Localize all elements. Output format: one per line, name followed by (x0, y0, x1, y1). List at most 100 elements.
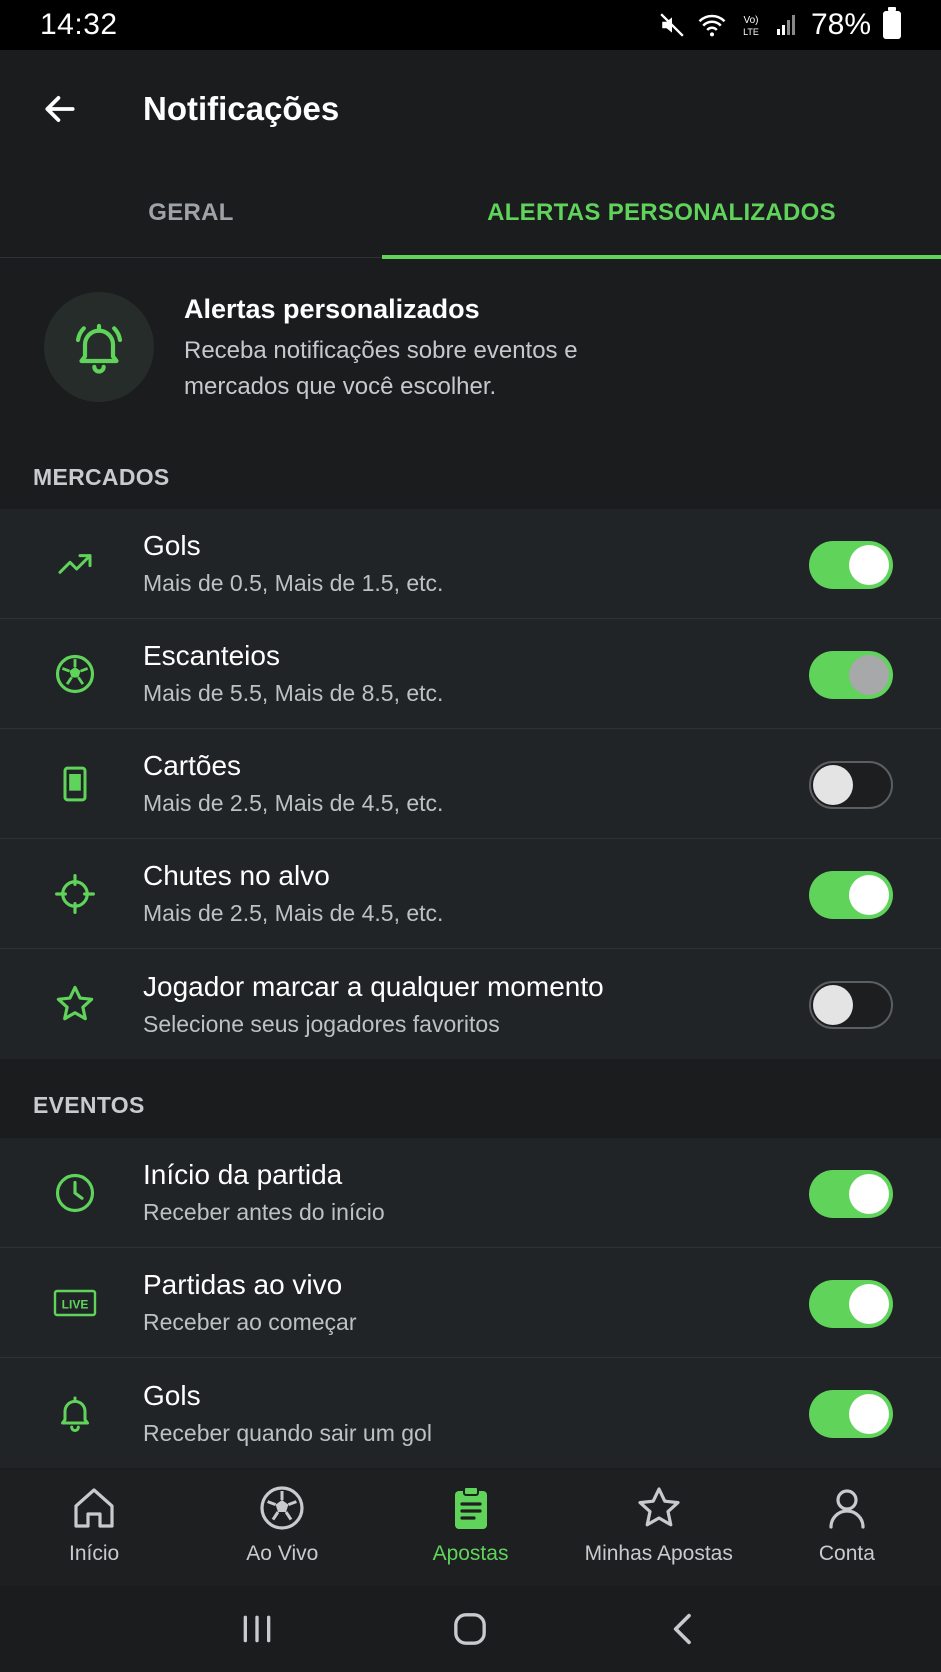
toggle-knob (849, 1174, 889, 1214)
intro-icon-circle (44, 292, 154, 402)
signal-icon (776, 15, 795, 35)
nav-item-minhas-apostas[interactable]: Minhas Apostas (565, 1470, 753, 1586)
mercados-list: Gols Mais de 0.5, Mais de 1.5, etc. Esca… (0, 509, 941, 1059)
toggle-knob (849, 545, 889, 585)
toggle-inicio-partida[interactable] (809, 1170, 893, 1218)
list-item-jogador-marcar[interactable]: Jogador marcar a qualquer momento Seleci… (0, 949, 941, 1059)
toggle-knob (849, 1284, 889, 1324)
nav-item-apostas[interactable]: Apostas (376, 1470, 564, 1586)
list-item-subtitle: Mais de 2.5, Mais de 4.5, etc. (143, 900, 444, 926)
nav-label: Apostas (432, 1542, 509, 1565)
tab-bar: GERAL ALERTAS PERSONALIZADOS (0, 168, 941, 259)
svg-text:LTE: LTE (743, 27, 759, 37)
svg-text:Vo): Vo) (743, 15, 758, 26)
list-item-escanteios[interactable]: Escanteios Mais de 5.5, Mais de 8.5, etc… (0, 619, 941, 729)
soccer-ball-icon (55, 654, 95, 693)
home-icon (74, 1488, 114, 1528)
tab-geral[interactable]: GERAL (0, 168, 382, 258)
home-circle-icon (454, 1613, 487, 1645)
app-header: Notificações (0, 50, 941, 168)
nav-item-conta[interactable]: Conta (753, 1470, 941, 1586)
nav-label: Início (69, 1542, 120, 1565)
mute-icon (660, 13, 684, 37)
eventos-list: Início da partida Receber antes do iníci… (0, 1138, 941, 1468)
crosshair-icon (55, 873, 95, 914)
toggle-knob (813, 985, 853, 1025)
battery-icon (883, 7, 901, 39)
list-item-title: Partidas ao vivo (143, 1269, 343, 1300)
list-item-title: Gols (143, 530, 201, 561)
soccer-ball-icon (260, 1486, 304, 1530)
list-item-partidas-ao-vivo[interactable]: LIVE Partidas ao vivo Receber ao começar (0, 1248, 941, 1358)
intro-description: Receba notificações sobre eventos e merc… (184, 337, 578, 400)
clipboard-icon (454, 1486, 487, 1529)
status-icons: Vo) LTE 78% (659, 7, 901, 42)
list-item-gols[interactable]: Gols Mais de 0.5, Mais de 1.5, etc. (0, 509, 941, 619)
list-item-subtitle: Receber quando sair um gol (143, 1419, 432, 1446)
nav-label: Minhas Apostas (584, 1542, 733, 1565)
nav-label: Ao Vivo (246, 1542, 319, 1565)
toggle-cartoes[interactable] (809, 761, 893, 809)
arrow-left-icon (45, 96, 75, 122)
list-item-title: Jogador marcar a qualquer momento (143, 970, 604, 1002)
battery-level: 78% (810, 8, 871, 41)
star-icon (56, 985, 94, 1021)
list-item-cartoes[interactable]: Cartões Mais de 2.5, Mais de 4.5, etc. (0, 729, 941, 839)
toggle-knob (849, 655, 889, 695)
card-icon (63, 766, 87, 801)
recent-apps-icon (243, 1615, 271, 1643)
list-item-title: Cartões (143, 750, 242, 781)
list-item-chutes-no-alvo[interactable]: Chutes no alvo Mais de 2.5, Mais de 4.5,… (0, 839, 941, 949)
intro-title: Alertas personalizados (184, 294, 480, 324)
wifi-icon (698, 14, 726, 37)
toggle-partidas-ao-vivo[interactable] (809, 1280, 893, 1328)
bell-icon (61, 1396, 89, 1432)
section-title-mercados: MERCADOS (33, 464, 170, 490)
toggle-gols-evento[interactable] (809, 1390, 893, 1438)
list-item-title: Escanteios (143, 640, 280, 671)
tab-alertas-personalizados[interactable]: ALERTAS PERSONALIZADOS (382, 168, 941, 259)
list-item-subtitle: Mais de 5.5, Mais de 8.5, etc. (143, 680, 444, 706)
live-badge-icon: LIVE (53, 1289, 97, 1316)
clock-icon (55, 1173, 95, 1212)
page-title: Notificações (143, 90, 340, 127)
recent-apps-button[interactable] (227, 1599, 287, 1659)
back-system-button[interactable] (654, 1599, 714, 1659)
toggle-chutes-no-alvo[interactable] (809, 871, 893, 919)
intro-section: Alertas personalizados Receba notificaçõ… (0, 258, 941, 448)
list-item-subtitle: Receber ao começar (143, 1309, 357, 1335)
list-item-title: Início da partida (143, 1159, 343, 1190)
status-bar: 14:32 Vo) LTE 78% (0, 0, 941, 50)
toggle-gols[interactable] (809, 541, 893, 589)
chevron-left-icon (673, 1613, 691, 1645)
list-item-subtitle: Mais de 2.5, Mais de 4.5, etc. (143, 790, 444, 816)
system-nav-bar (0, 1586, 941, 1672)
toggle-knob (849, 1394, 889, 1434)
toggle-jogador-marcar[interactable] (809, 981, 893, 1029)
toggle-knob (849, 875, 889, 915)
list-item-subtitle: Receber antes do início (143, 1199, 385, 1225)
nav-label: Conta (818, 1542, 875, 1565)
intro-text: Alertas personalizados Receba notificaçõ… (184, 294, 624, 405)
bottom-nav: Início Ao Vivo Apostas Minhas Apostas Co… (0, 1470, 941, 1586)
section-title-eventos: EVENTOS (33, 1092, 145, 1118)
list-item-subtitle: Mais de 0.5, Mais de 1.5, etc. (143, 570, 444, 596)
list-item-inicio-partida[interactable]: Início da partida Receber antes do iníci… (0, 1138, 941, 1248)
toggle-knob (813, 765, 853, 805)
status-time: 14:32 (40, 8, 118, 41)
trend-up-icon (58, 553, 92, 574)
live-badge-text: LIVE (62, 1297, 89, 1311)
list-item-gols-evento[interactable]: Gols Receber quando sair um gol (0, 1358, 941, 1468)
home-system-button[interactable] (440, 1599, 500, 1659)
toggle-escanteios[interactable] (809, 651, 893, 699)
nav-item-inicio[interactable]: Início (0, 1470, 188, 1586)
list-item-title: Gols (143, 1379, 201, 1411)
list-item-subtitle: Selecione seus jogadores favoritos (143, 1010, 500, 1037)
list-item-title: Chutes no alvo (143, 860, 330, 891)
bell-ringing-icon (75, 323, 123, 374)
volte-icon: Vo)LTE (743, 15, 759, 37)
star-icon (638, 1487, 680, 1527)
back-button[interactable] (30, 79, 90, 139)
nav-item-ao-vivo[interactable]: Ao Vivo (188, 1470, 376, 1586)
user-icon (829, 1489, 865, 1529)
